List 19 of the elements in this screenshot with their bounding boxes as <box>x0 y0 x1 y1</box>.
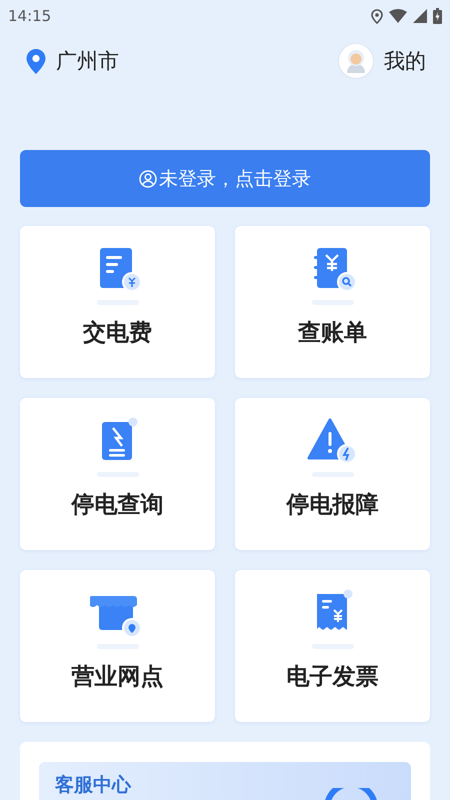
service-center-title: 客服中心 <box>55 773 131 798</box>
service-tile[interactable]: 电子发票 <box>235 570 430 722</box>
service-tile[interactable]: 营业网点 <box>20 570 215 722</box>
user-icon <box>139 170 157 188</box>
avatar-icon[interactable] <box>338 43 374 79</box>
service-tile[interactable]: 停电报障 <box>235 398 430 550</box>
wifi-icon <box>389 9 407 23</box>
service-tile[interactable]: 交电费 <box>20 226 215 378</box>
status-time: 14:15 <box>8 7 52 25</box>
location-pin-icon <box>26 48 46 74</box>
profile-link[interactable]: 我的 <box>384 47 426 75</box>
battery-icon <box>433 8 442 24</box>
login-button[interactable]: 未登录，点击登录 <box>20 150 430 207</box>
signal-icon <box>413 9 427 23</box>
service-tile[interactable]: 停电查询 <box>20 398 215 550</box>
city-name[interactable]: 广州市 <box>56 47 119 75</box>
location-status-icon <box>371 8 383 24</box>
service-tile[interactable]: 查账单 <box>235 226 430 378</box>
service-center-banner[interactable]: 客服中心 <box>39 762 411 800</box>
